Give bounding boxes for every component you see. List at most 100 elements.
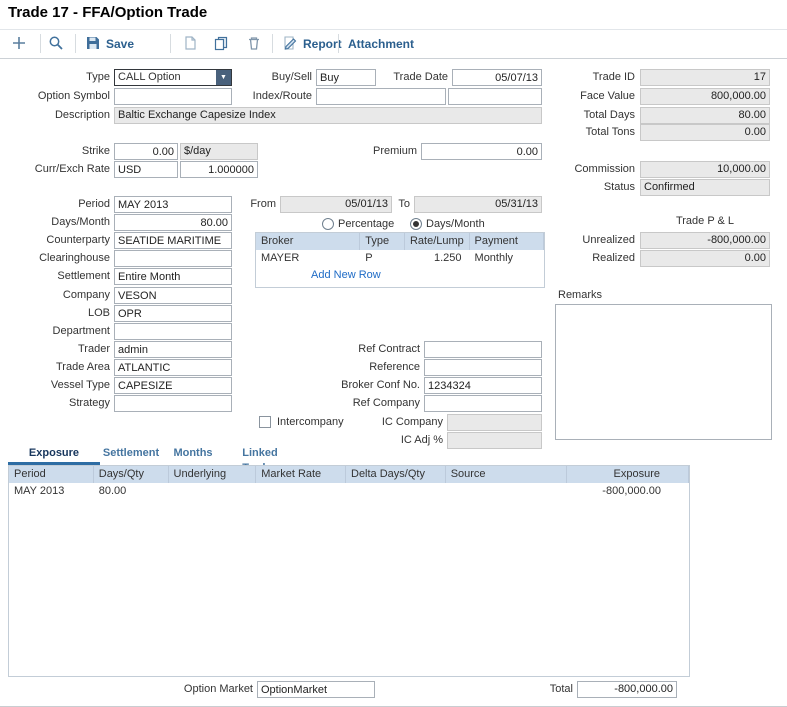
trade-date-input[interactable] <box>452 69 542 86</box>
option-symbol-input[interactable] <box>114 88 232 105</box>
trade-area-label: Trade Area <box>8 359 110 376</box>
currency-input[interactable] <box>114 161 178 178</box>
reference-label: Reference <box>330 359 420 376</box>
ic-adj-pct-field <box>447 432 542 449</box>
premium-label: Premium <box>347 143 417 160</box>
toolbar: Save Report Attachment <box>0 29 787 59</box>
strike-input[interactable] <box>114 143 178 160</box>
trade-date-label: Trade Date <box>376 69 448 86</box>
toolbar-separator <box>40 34 41 53</box>
days-month-input[interactable] <box>114 214 232 231</box>
days-month-radio[interactable] <box>410 218 422 230</box>
option-market-label: Option Market <box>150 681 253 698</box>
option-symbol-label: Option Symbol <box>8 88 110 105</box>
broker-column-header[interactable]: Broker <box>256 233 360 250</box>
clearinghouse-label: Clearinghouse <box>8 250 110 267</box>
trade-window: Trade 17 - FFA/Option Trade Save Report <box>0 0 787 707</box>
period-label: Period <box>8 196 110 213</box>
attachment-button[interactable]: Attachment <box>348 34 414 54</box>
lob-input[interactable] <box>114 305 232 322</box>
period-input[interactable] <box>114 196 232 213</box>
ic-company-label: IC Company <box>353 414 443 431</box>
new-button[interactable] <box>11 34 27 54</box>
index-route-input-1[interactable] <box>316 88 446 105</box>
tab-linked-trades[interactable]: Linked Trades <box>224 446 296 462</box>
search-icon <box>48 35 64 54</box>
trade-id-field: 17 <box>640 69 770 86</box>
buy-sell-label: Buy/Sell <box>252 69 312 86</box>
delta-days-qty-column-header[interactable]: Delta Days/Qty <box>346 466 446 483</box>
department-input[interactable] <box>114 323 232 340</box>
exposure-table-header: Period Days/Qty Underlying Market Rate D… <box>9 466 689 483</box>
payment-column-header[interactable]: Payment <box>470 233 544 250</box>
counterparty-label: Counterparty <box>8 232 110 249</box>
save-button[interactable]: Save <box>85 34 134 54</box>
total-tons-field: 0.00 <box>640 124 770 141</box>
trader-input[interactable] <box>114 341 232 358</box>
clearinghouse-input[interactable] <box>114 250 232 267</box>
trade-area-input[interactable] <box>114 359 232 376</box>
status-label: Status <box>553 179 635 196</box>
copy-button[interactable] <box>213 34 229 54</box>
company-input[interactable] <box>114 287 232 304</box>
period-column-header[interactable]: Period <box>9 466 94 483</box>
curr-exch-rate-label: Curr/Exch Rate <box>8 161 110 178</box>
ref-company-input[interactable] <box>424 395 542 412</box>
intercompany-checkbox[interactable] <box>259 416 271 428</box>
exposure-column-header[interactable]: Exposure <box>567 466 689 483</box>
market-rate-column-header[interactable]: Market Rate <box>256 466 346 483</box>
percentage-radio[interactable] <box>322 218 334 230</box>
ref-contract-label: Ref Contract <box>330 341 420 358</box>
trade-pnl-title: Trade P & L <box>640 213 770 230</box>
trade-id-label: Trade ID <box>553 69 635 86</box>
broker-rate-cell: 1.250 <box>405 250 470 267</box>
tab-months[interactable]: Months <box>170 446 216 462</box>
report-icon <box>282 35 298 54</box>
type-label: Type <box>8 69 110 86</box>
exch-rate-input[interactable] <box>180 161 258 178</box>
report-button[interactable]: Report <box>282 34 342 54</box>
strategy-input[interactable] <box>114 395 232 412</box>
from-label: From <box>234 196 276 213</box>
type-column-header[interactable]: Type <box>360 233 405 250</box>
buy-sell-input[interactable] <box>316 69 376 86</box>
underlying-column-header[interactable]: Underlying <box>169 466 257 483</box>
commission-label: Commission <box>553 161 635 178</box>
new-document-button[interactable] <box>182 34 198 54</box>
counterparty-input[interactable] <box>114 232 232 249</box>
delta-days-qty-cell <box>346 483 446 500</box>
toolbar-separator <box>338 34 339 53</box>
page-title: Trade 17 - FFA/Option Trade <box>8 4 207 21</box>
toolbar-separator <box>272 34 273 53</box>
source-column-header[interactable]: Source <box>446 466 568 483</box>
exposure-table-row[interactable]: MAY 2013 80.00 -800,000.00 <box>9 483 689 500</box>
premium-input[interactable] <box>421 143 542 160</box>
days-qty-column-header[interactable]: Days/Qty <box>94 466 169 483</box>
type-dropdown-value: CALL Option <box>115 70 184 85</box>
index-route-input-2[interactable] <box>448 88 542 105</box>
search-button[interactable] <box>48 34 64 54</box>
period-cell: MAY 2013 <box>9 483 94 500</box>
reference-input[interactable] <box>424 359 542 376</box>
type-dropdown[interactable]: CALL Option ▼ <box>114 69 232 86</box>
ref-contract-input[interactable] <box>424 341 542 358</box>
to-date-field: 05/31/13 <box>414 196 542 213</box>
remarks-textarea[interactable] <box>555 304 772 440</box>
description-field: Baltic Exchange Capesize Index <box>114 107 542 124</box>
broker-row[interactable]: MAYER P 1.250 Monthly <box>256 250 544 267</box>
attachment-button-label: Attachment <box>348 37 414 51</box>
add-new-row-link[interactable]: Add New Row <box>311 267 381 284</box>
to-label: To <box>394 196 410 213</box>
option-market-input[interactable] <box>257 681 375 698</box>
vessel-type-input[interactable] <box>114 377 232 394</box>
report-button-label: Report <box>303 37 342 51</box>
broker-conf-no-input[interactable] <box>424 377 542 394</box>
rate-lump-column-header[interactable]: Rate/Lump <box>405 233 470 250</box>
settlement-input[interactable] <box>114 268 232 285</box>
total-tons-label: Total Tons <box>553 124 635 141</box>
exposure-table: Period Days/Qty Underlying Market Rate D… <box>8 465 690 677</box>
chevron-down-icon[interactable]: ▼ <box>216 70 231 85</box>
tab-exposure[interactable]: Exposure <box>8 446 100 465</box>
tab-settlement[interactable]: Settlement <box>100 446 162 462</box>
delete-button[interactable] <box>246 34 262 54</box>
